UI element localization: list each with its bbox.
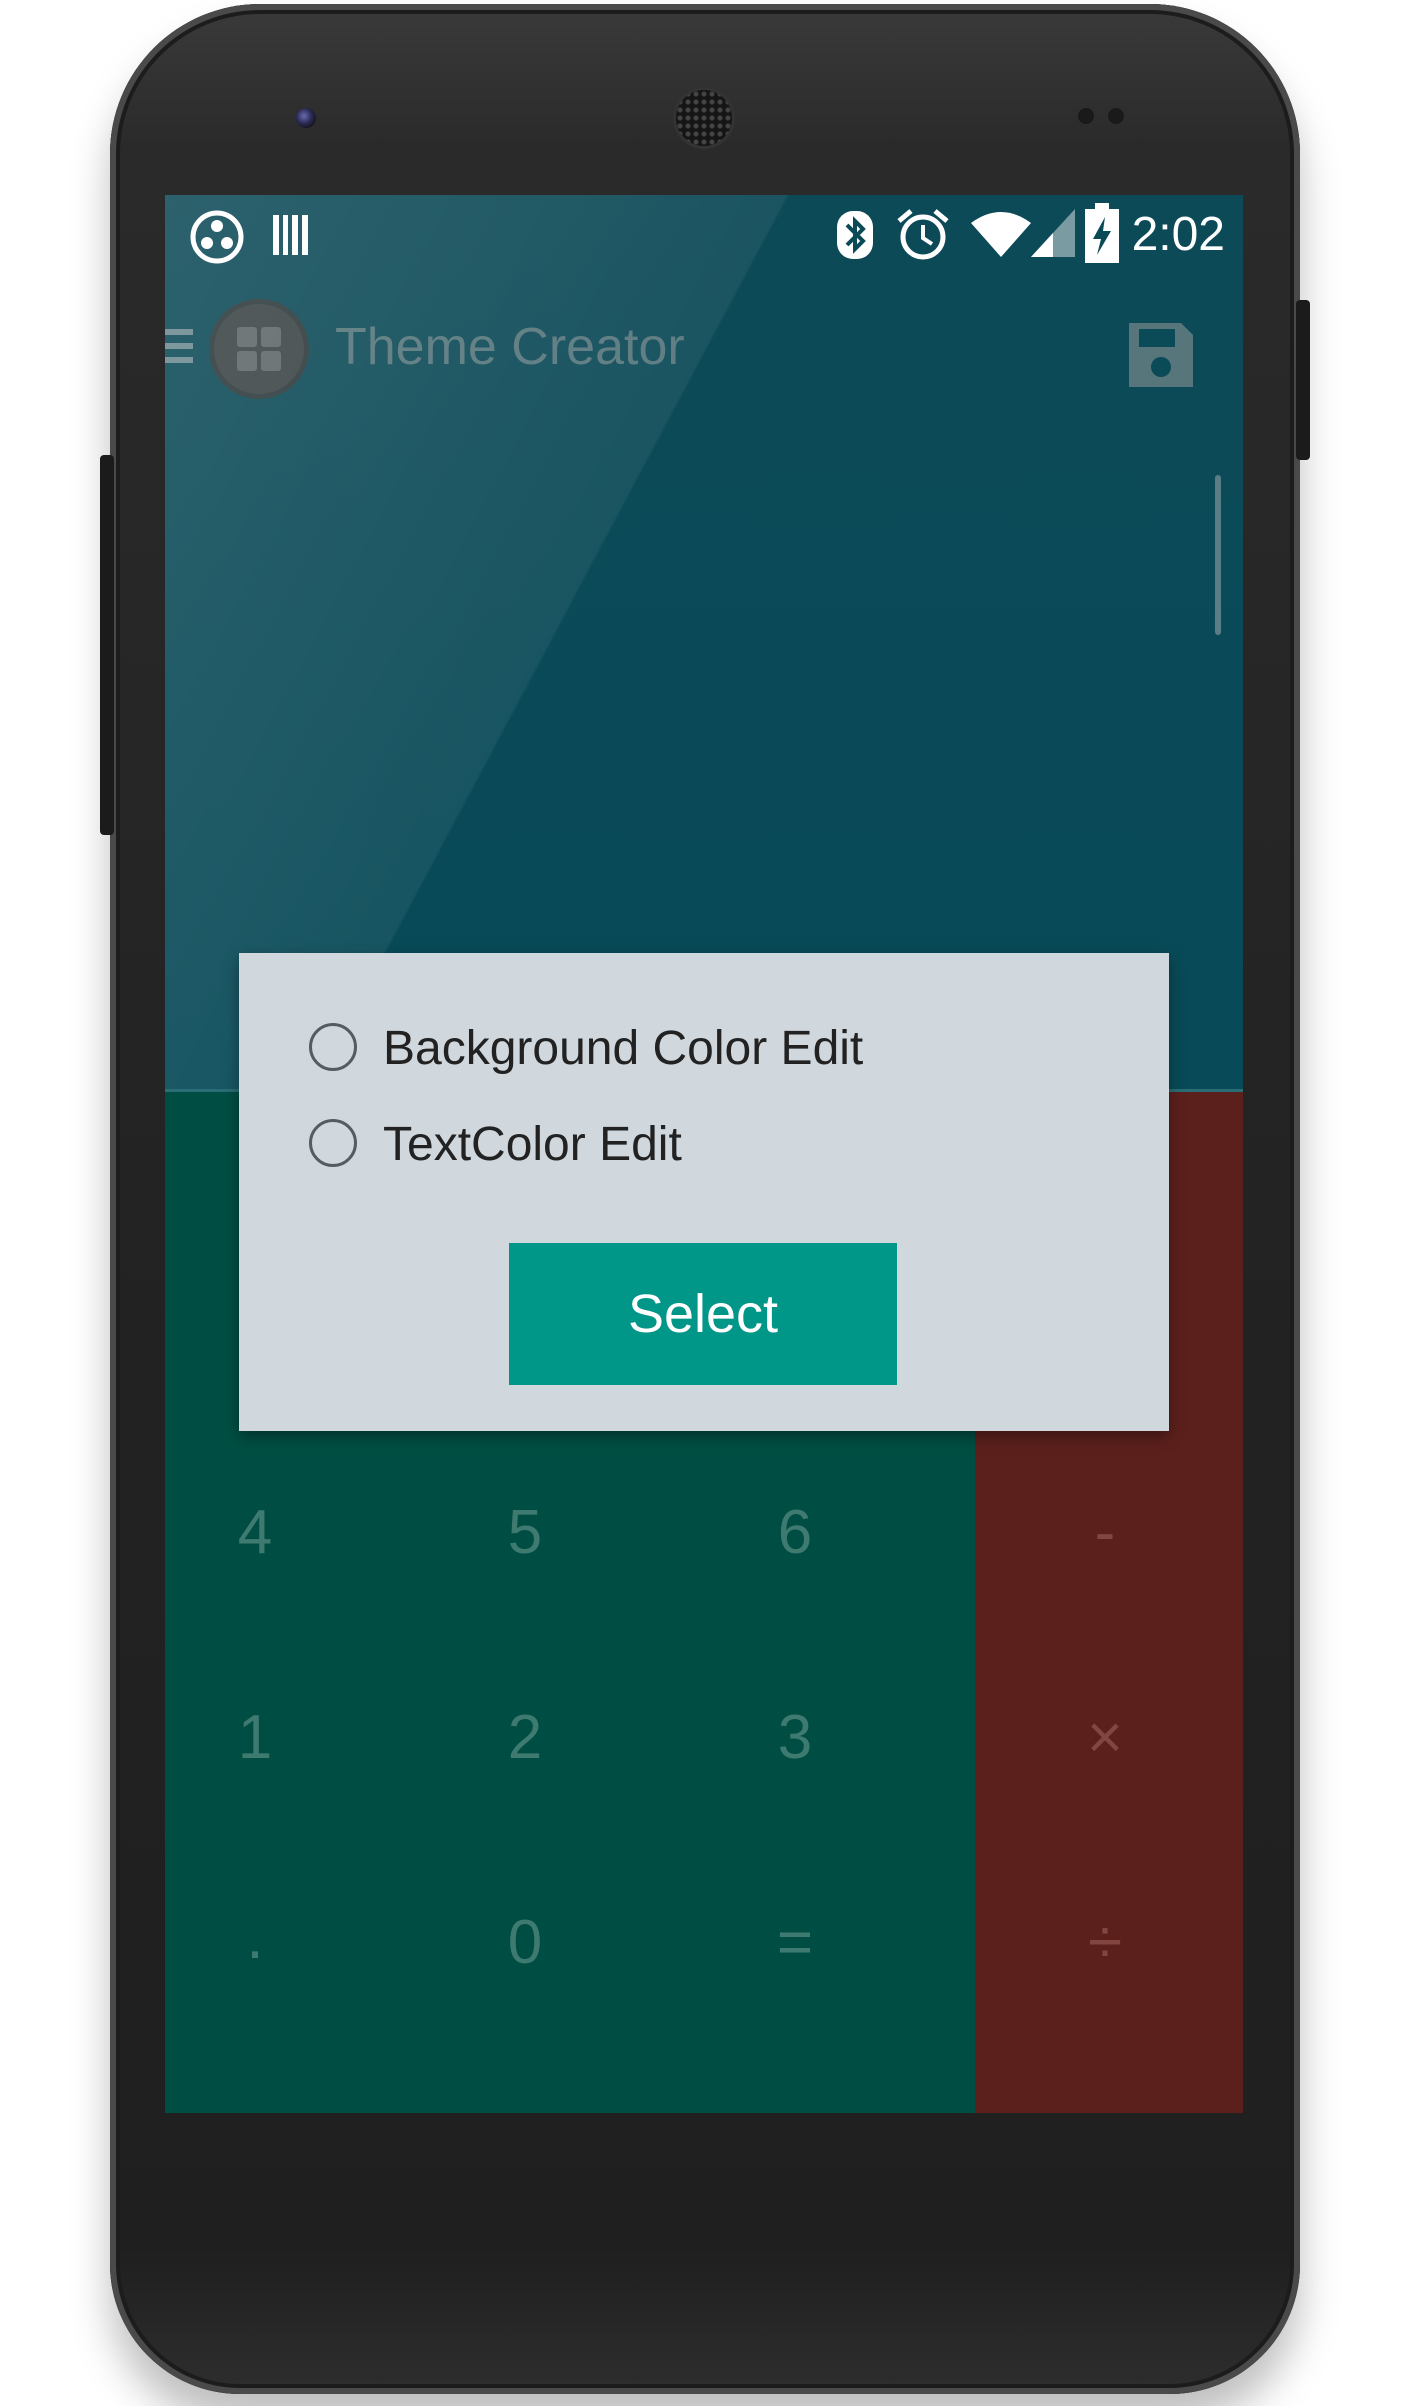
volume-button	[100, 455, 114, 835]
alarm-icon	[897, 209, 949, 260]
menu-icon[interactable]	[165, 329, 193, 369]
select-button[interactable]: Select	[509, 1243, 897, 1385]
key-divide[interactable]: ÷	[1045, 1907, 1165, 1978]
option-label: Background Color Edit	[383, 1022, 864, 1075]
battery-charging-icon	[1085, 203, 1119, 263]
key-3[interactable]: 3	[735, 1702, 855, 1773]
key-4[interactable]: 4	[195, 1497, 315, 1568]
save-icon[interactable]	[1125, 319, 1197, 391]
power-button	[1296, 300, 1310, 460]
key-5[interactable]: 5	[465, 1497, 585, 1568]
key-6[interactable]: 6	[735, 1497, 855, 1568]
radio-background-color-edit[interactable]	[309, 1023, 357, 1071]
key-2[interactable]: 2	[465, 1702, 585, 1773]
proximity-sensor	[1078, 108, 1094, 124]
key-0[interactable]: 0	[465, 1907, 585, 1978]
radio-textcolor-edit[interactable]	[309, 1119, 357, 1167]
screen: 2:02 Theme Creator 4 5 6 - 1 2 3 × . 0 =…	[165, 195, 1243, 2113]
status-bar: 2:02	[165, 195, 1243, 275]
key-multiply[interactable]: ×	[1045, 1702, 1165, 1773]
key-decimal[interactable]: .	[195, 1902, 315, 1973]
wifi-icon	[971, 212, 1031, 257]
light-sensor	[1108, 108, 1124, 124]
app-bar: Theme Creator	[165, 295, 1243, 405]
option-label: TextColor Edit	[383, 1118, 682, 1171]
edit-mode-dialog: Background Color Edit TextColor Edit Sel…	[239, 953, 1169, 1431]
key-1[interactable]: 1	[195, 1702, 315, 1773]
status-time: 2:02	[1131, 208, 1225, 261]
earpiece-speaker	[676, 90, 732, 146]
signal-icon	[1031, 209, 1075, 257]
barcode-icon	[273, 215, 308, 255]
key-equals[interactable]: =	[735, 1907, 855, 1978]
bluetooth-icon	[837, 211, 873, 259]
app-logo-icon[interactable]	[209, 299, 309, 399]
front-camera	[296, 108, 316, 128]
app-icon	[190, 210, 244, 264]
app-title: Theme Creator	[335, 318, 685, 376]
scrollbar[interactable]	[1215, 475, 1221, 635]
key-minus[interactable]: -	[1045, 1497, 1165, 1568]
